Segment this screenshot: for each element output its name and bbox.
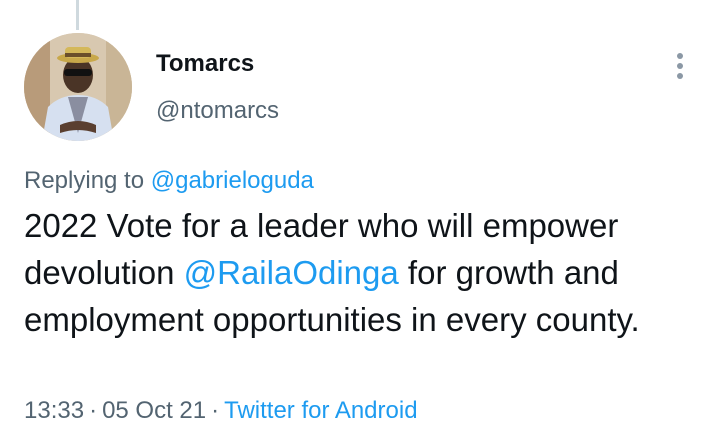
- separator-dot: ·: [211, 397, 220, 424]
- separator-dot: ·: [89, 397, 98, 424]
- tweet-time[interactable]: 13:33: [24, 397, 84, 424]
- tweet-metadata: 13:33 · 05 Oct 21 · Twitter for Android: [24, 397, 418, 425]
- thread-connector-line: [76, 0, 79, 30]
- author-name[interactable]: Tomarcs: [156, 50, 254, 78]
- replying-to-label: Replying to: [24, 167, 145, 194]
- avatar[interactable]: [24, 33, 132, 141]
- more-options-icon[interactable]: [664, 50, 696, 82]
- tweet-date[interactable]: 05 Oct 21: [102, 397, 206, 424]
- tweet-text: 2022 Vote for a leader who will empower …: [24, 202, 714, 343]
- replying-to-mention-link[interactable]: @gabrieloguda: [151, 167, 314, 194]
- more-dot: [677, 63, 683, 69]
- more-dot: [677, 53, 683, 59]
- mention-link[interactable]: @RailaOdinga: [184, 254, 399, 291]
- replying-to-line: Replying to @gabrieloguda: [24, 167, 314, 195]
- more-dot: [677, 73, 683, 79]
- avatar-image: [24, 33, 132, 141]
- tweet-source-link[interactable]: Twitter for Android: [224, 397, 417, 424]
- author-handle[interactable]: @ntomarcs: [156, 97, 279, 125]
